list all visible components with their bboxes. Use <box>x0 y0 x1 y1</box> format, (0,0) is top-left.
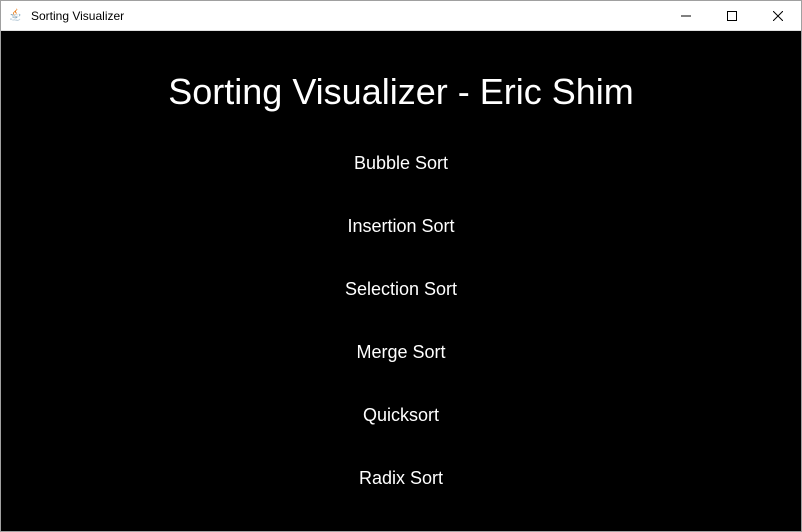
maximize-icon <box>727 11 737 21</box>
window-title: Sorting Visualizer <box>31 9 663 23</box>
window-titlebar: Sorting Visualizer <box>1 1 801 31</box>
insertion-sort-option[interactable]: Insertion Sort <box>347 216 454 237</box>
maximize-button[interactable] <box>709 1 755 30</box>
minimize-icon <box>681 11 691 21</box>
close-icon <box>773 11 783 21</box>
minimize-button[interactable] <box>663 1 709 30</box>
selection-sort-option[interactable]: Selection Sort <box>345 279 457 300</box>
radix-sort-option[interactable]: Radix Sort <box>359 468 443 489</box>
main-heading: Sorting Visualizer - Eric Shim <box>168 71 634 113</box>
close-button[interactable] <box>755 1 801 30</box>
merge-sort-option[interactable]: Merge Sort <box>356 342 445 363</box>
java-app-icon <box>9 8 25 24</box>
quicksort-option[interactable]: Quicksort <box>363 405 439 426</box>
app-content: Sorting Visualizer - Eric Shim Bubble So… <box>1 31 801 531</box>
bubble-sort-option[interactable]: Bubble Sort <box>354 153 448 174</box>
window-controls <box>663 1 801 30</box>
